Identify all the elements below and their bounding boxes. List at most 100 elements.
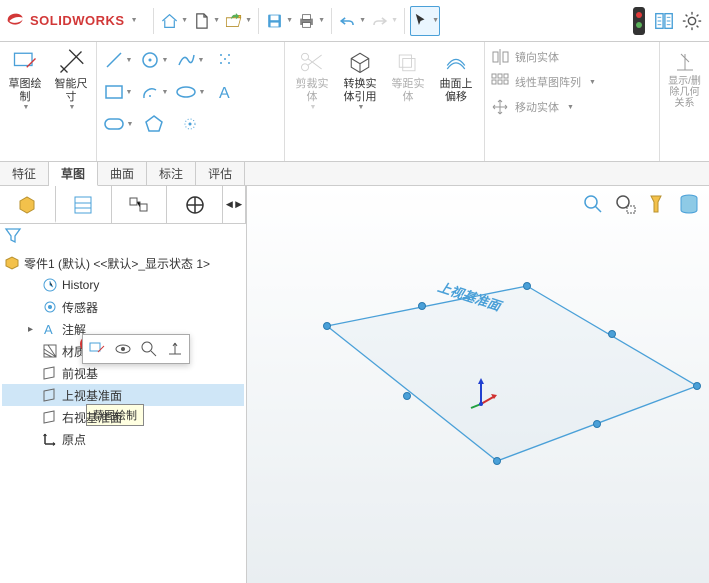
plane-icon bbox=[42, 409, 58, 425]
smart-dimension-button[interactable]: 智能尺 寸 ▼ bbox=[50, 45, 92, 114]
plane-handle[interactable] bbox=[593, 420, 601, 428]
plane-handle[interactable] bbox=[493, 457, 501, 465]
slot-tool[interactable]: ▼ bbox=[101, 109, 135, 139]
plane-handle[interactable] bbox=[403, 392, 411, 400]
workspace: ◀ ▶ 零件1 (默认) <<默认>_显示状态 1> History 传感器 ▸… bbox=[0, 186, 709, 583]
normal-to-icon bbox=[166, 340, 184, 358]
plane-handle[interactable] bbox=[523, 282, 531, 290]
panel-tabs: ◀ ▶ bbox=[0, 186, 246, 224]
graphics-area[interactable]: 上视基准面 bbox=[247, 186, 709, 583]
rectangle-tool[interactable]: ▼ bbox=[101, 77, 135, 107]
sensor-icon bbox=[42, 299, 58, 315]
view-toolbar bbox=[579, 190, 703, 218]
ribbon: 草图绘 制 ▼ 智能尺 寸 ▼ ▼ ▼ ▼ ▼ ▼ ▼ A ▼ bbox=[0, 42, 709, 162]
quick-access-toolbar: ▼ ▼ ▼ ▼ ▼ ▼ ▼ ▼ bbox=[150, 6, 440, 36]
arc-tool[interactable]: ▼ bbox=[137, 77, 171, 107]
spline-tool[interactable]: ▼ bbox=[173, 45, 207, 75]
move-button[interactable]: 移动实体▼ bbox=[491, 96, 653, 118]
feature-panel: ◀ ▶ 零件1 (默认) <<默认>_显示状态 1> History 传感器 ▸… bbox=[0, 186, 247, 583]
display-style-button[interactable] bbox=[675, 190, 703, 218]
save-button[interactable]: ▼ bbox=[264, 6, 294, 36]
open-button[interactable]: ▼ bbox=[223, 6, 253, 36]
history-icon bbox=[42, 277, 58, 293]
surface-offset-button[interactable]: 曲面上 偏移 bbox=[433, 45, 479, 114]
tab-features[interactable]: 特征 bbox=[0, 162, 49, 185]
redo-button[interactable]: ▼ bbox=[369, 6, 399, 36]
panel-scroll[interactable]: ◀ ▶ bbox=[223, 186, 246, 223]
tree-filter[interactable] bbox=[0, 224, 246, 248]
tab-surfaces[interactable]: 曲面 bbox=[98, 162, 147, 185]
sketch-plane[interactable] bbox=[297, 266, 707, 546]
tree-sensors[interactable]: 传感器 bbox=[2, 296, 244, 318]
annotation-icon: A bbox=[42, 321, 58, 337]
circle-tool[interactable]: ▼ bbox=[137, 45, 171, 75]
tree-history[interactable]: History bbox=[2, 274, 244, 296]
part-icon bbox=[4, 255, 20, 271]
tree-front-plane[interactable]: 前视基 bbox=[2, 362, 244, 384]
command-tabs: 特征 草图 曲面 标注 评估 bbox=[0, 162, 709, 186]
line-tool[interactable]: ▼ bbox=[101, 45, 135, 75]
tree-root[interactable]: 零件1 (默认) <<默认>_显示状态 1> bbox=[2, 252, 244, 274]
tree-top-plane[interactable]: 1 上视基准面 草图绘制 bbox=[2, 384, 244, 406]
flyout-zoom[interactable] bbox=[138, 338, 160, 360]
feature-tree: 零件1 (默认) <<默认>_显示状态 1> History 传感器 ▸A注解 … bbox=[0, 248, 246, 454]
ribbon-relations[interactable]: 显示/删 除几何 关系 bbox=[659, 42, 709, 161]
linear-pattern-button[interactable]: 线性草图阵列▼ bbox=[491, 71, 653, 93]
new-button[interactable]: ▼ bbox=[191, 6, 221, 36]
ribbon-draw-tools: ▼ ▼ ▼ ▼ ▼ ▼ A ▼ bbox=[97, 42, 285, 161]
print-button[interactable]: ▼ bbox=[296, 6, 326, 36]
convert-icon bbox=[346, 48, 374, 76]
plane-handle[interactable] bbox=[418, 302, 426, 310]
relations-icon bbox=[673, 50, 697, 74]
view-orient-button[interactable] bbox=[643, 190, 671, 218]
mirror-icon bbox=[491, 48, 509, 66]
flyout-normal[interactable] bbox=[164, 338, 186, 360]
brand-text: SOLIDWORKS bbox=[30, 13, 125, 28]
zoom-fit-button[interactable] bbox=[579, 190, 607, 218]
trim-button[interactable]: 剪裁实 体▼ bbox=[289, 45, 335, 114]
flyout-sketch[interactable] bbox=[86, 338, 108, 360]
sketch-button[interactable]: 草图绘 制 ▼ bbox=[4, 45, 46, 114]
feature-tree-tab[interactable] bbox=[0, 186, 56, 223]
tab-sketch[interactable]: 草图 bbox=[49, 162, 98, 186]
undo-button[interactable]: ▼ bbox=[337, 6, 367, 36]
tab-annotate[interactable]: 标注 bbox=[147, 162, 196, 185]
move-icon bbox=[491, 98, 509, 116]
tree-right-plane[interactable]: 右视基准面 bbox=[2, 406, 244, 428]
app-logo: SOLIDWORKS ▼ bbox=[6, 11, 138, 31]
zoom-area-button[interactable] bbox=[611, 190, 639, 218]
display-tab[interactable] bbox=[167, 186, 223, 223]
origin-icon bbox=[42, 431, 58, 447]
panel-icon[interactable] bbox=[653, 10, 675, 32]
config-icon bbox=[128, 194, 150, 216]
select-button[interactable]: ▼ bbox=[410, 6, 440, 36]
convert-button[interactable]: 转换实 体引用▼ bbox=[337, 45, 383, 114]
tree-origin[interactable]: 原点 bbox=[2, 428, 244, 450]
property-icon bbox=[72, 194, 94, 216]
config-tab[interactable] bbox=[112, 186, 168, 223]
point-tool[interactable] bbox=[173, 109, 207, 139]
eye-icon bbox=[114, 340, 132, 358]
flyout-show[interactable] bbox=[112, 338, 134, 360]
plane-handle[interactable] bbox=[608, 330, 616, 338]
mirror-button[interactable]: 镜向实体 bbox=[491, 46, 653, 68]
property-tab[interactable] bbox=[56, 186, 112, 223]
text-tool[interactable]: A bbox=[209, 77, 243, 107]
tab-evaluate[interactable]: 评估 bbox=[196, 162, 245, 185]
plane-icon bbox=[42, 365, 58, 381]
home-button[interactable]: ▼ bbox=[159, 6, 189, 36]
brand-dropdown-icon[interactable]: ▼ bbox=[131, 17, 138, 24]
plane-handle[interactable] bbox=[693, 382, 701, 390]
title-bar: SOLIDWORKS ▼ ▼ ▼ ▼ ▼ ▼ ▼ ▼ ▼ bbox=[0, 0, 709, 42]
cylinder-icon bbox=[677, 192, 701, 216]
traffic-light-icon[interactable] bbox=[631, 7, 647, 35]
settings-icon[interactable] bbox=[681, 10, 703, 32]
ellipse-tool[interactable]: ▼ bbox=[173, 77, 207, 107]
points-tool[interactable] bbox=[209, 45, 243, 75]
ribbon-transform-menu: 镜向实体 线性草图阵列▼ 移动实体▼ bbox=[485, 42, 659, 161]
polygon-tool[interactable] bbox=[137, 109, 171, 139]
offset-entities-button[interactable]: 等距实 体 bbox=[385, 45, 431, 114]
svg-text:A: A bbox=[219, 85, 230, 102]
plane-handle[interactable] bbox=[323, 322, 331, 330]
zoom-area-icon bbox=[613, 192, 637, 216]
